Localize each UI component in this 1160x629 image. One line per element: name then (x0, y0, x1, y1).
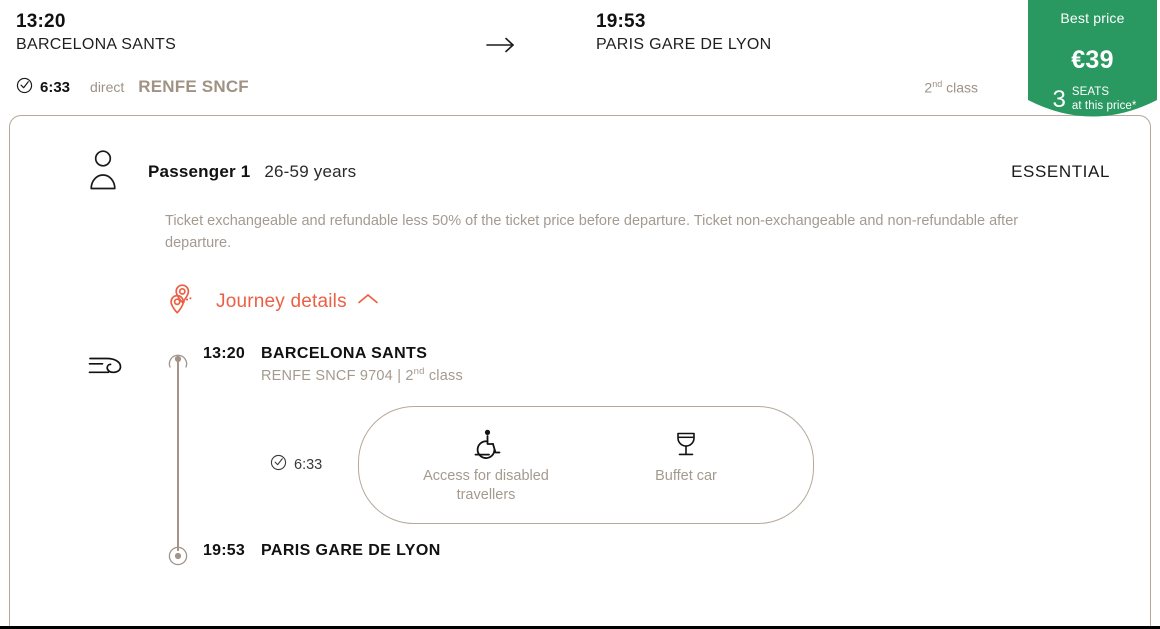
timeline-class-word: class (428, 367, 463, 384)
timeline-departure-marker (162, 345, 194, 378)
journey-timeline: 13:20 BARCELONA SANTS RENFE SNCF 9704 | 2… (10, 345, 1150, 575)
route-row: 13:20 BARCELONA SANTS 19:53 PARIS GARE D… (16, 10, 1144, 66)
timeline-arrival-station: PARIS GARE DE LYON (261, 541, 441, 559)
timeline-carrier: RENFE SNCF (261, 367, 356, 384)
journey-summary-header: 13:20 BARCELONA SANTS 19:53 PARIS GARE D… (0, 0, 1160, 117)
timeline-departure-body: 13:20 BARCELONA SANTS RENFE SNCF 9704 | 2… (194, 345, 463, 384)
timeline-class-number: 2 (405, 367, 414, 384)
timeline-line (177, 359, 179, 551)
wheelchair-icon (417, 427, 555, 461)
seats-count: 3 (1052, 85, 1066, 113)
departure-endpoint: 13:20 BARCELONA SANTS (16, 10, 406, 55)
fare-conditions-text: Ticket exchangeable and refundable less … (165, 213, 1019, 251)
clock-icon (16, 77, 33, 98)
arrival-endpoint: 19:53 PARIS GARE DE LYON (596, 10, 986, 55)
stops-label: direct (90, 79, 125, 95)
timeline-train-number: 9704 (359, 367, 393, 384)
timeline-class-ordinal: nd (413, 366, 425, 377)
amenities-panel: Access for disabled travellers Buffet ca… (358, 405, 814, 524)
offer-detail-card: Passenger 1 26-59 years ESSENTIAL Ticket… (9, 115, 1151, 626)
timeline-track: 13:20 BARCELONA SANTS RENFE SNCF 9704 | 2… (162, 345, 1150, 575)
timeline-arrival-marker (162, 542, 194, 575)
carrier-name: RENFE SNCF (138, 77, 249, 96)
travel-class-word: class (946, 79, 978, 96)
arrival-time: 19:53 (596, 11, 646, 32)
seats-label-line1: SEATS (1071, 86, 1110, 98)
timeline-service-info: RENFE SNCF 9704 | 2nd class (261, 366, 463, 384)
timeline-departure-station: BARCELONA SANTS (261, 345, 428, 362)
best-price-title: Best price (1060, 10, 1125, 26)
train-offer-screen: 13:20 BARCELONA SANTS 19:53 PARIS GARE D… (0, 0, 1160, 629)
leg-duration-text: 6:33 (294, 456, 323, 473)
total-duration-text: 6:33 (40, 78, 71, 96)
seats-availability: 3 SEATS at this price* (1028, 86, 1157, 113)
departure-time: 13:20 (16, 11, 66, 32)
amenity-item: Access for disabled travellers (417, 427, 555, 505)
wine-glass-icon (617, 427, 755, 461)
amenity-label: Access for disabled travellers (423, 467, 549, 503)
timeline-arrival-body: 19:53 PARIS GARE DE LYON (194, 542, 441, 560)
timeline-separator: | (397, 367, 402, 384)
timeline-departure-stop: 13:20 BARCELONA SANTS RENFE SNCF 9704 | 2… (162, 345, 1150, 384)
arrow-right-icon (486, 36, 516, 54)
train-icon (88, 351, 126, 382)
amenity-item: Buffet car (617, 427, 755, 486)
chevron-up-icon (357, 292, 379, 311)
seats-label-line2: at this price* (1071, 99, 1137, 112)
best-price-badge: Best price €39 3 SEATS at this price* (1028, 0, 1157, 133)
fare-type-label: ESSENTIAL (1011, 162, 1110, 181)
journey-details-label: Journey details (216, 290, 347, 312)
direction-arrow (406, 10, 596, 54)
passenger-row: Passenger 1 26-59 years ESSENTIAL (10, 116, 1150, 189)
timeline-arrival-stop: 19:53 PARIS GARE DE LYON (162, 542, 1150, 575)
departure-station: BARCELONA SANTS (16, 36, 177, 53)
passenger-age-range: 26-59 years (264, 162, 357, 181)
best-price-amount: €39 (1071, 46, 1114, 74)
passenger-label: Passenger 1 (148, 162, 251, 181)
arrival-station: PARIS GARE DE LYON (596, 36, 772, 53)
amenity-label: Buffet car (655, 467, 717, 484)
journey-details-toggle[interactable]: Journey details (168, 282, 379, 321)
timeline-departure-time: 13:20 (203, 345, 245, 362)
journey-meta-row: 6:33 direct RENFE SNCF 2nd class (16, 74, 1144, 100)
seats-label: SEATS at this price* (1072, 86, 1137, 113)
timeline-arrival-time: 19:53 (203, 541, 245, 559)
person-icon (88, 149, 148, 196)
travel-class-label: 2nd class (924, 79, 978, 96)
clock-icon (270, 454, 287, 475)
travel-class-ordinal: nd (932, 78, 943, 89)
map-pins-icon (168, 282, 206, 321)
leg-details-row: 6:33 Access for disabled travellers Buff… (162, 405, 1150, 524)
total-duration: 6:33 (16, 77, 70, 98)
leg-duration: 6:33 (270, 454, 358, 475)
